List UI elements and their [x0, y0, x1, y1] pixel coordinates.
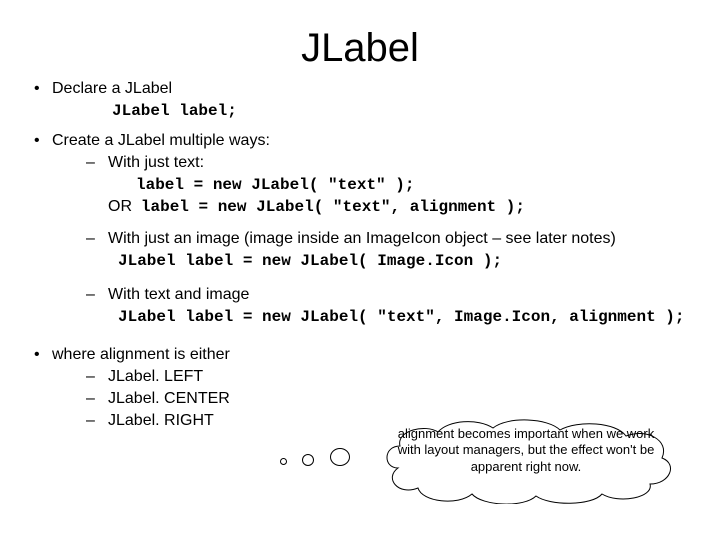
bullet-dot-icon: •	[34, 346, 52, 364]
dash-icon: –	[86, 154, 108, 172]
callout-text: alignment becomes important when we work…	[392, 426, 660, 475]
dash-icon: –	[86, 230, 108, 248]
sub-row: – With just text:	[86, 154, 700, 172]
bullet-declare: • Declare a JLabel	[34, 80, 700, 98]
sub-with-text-image: – With text and image	[86, 286, 700, 304]
cloud-tail-dot-icon	[280, 458, 287, 465]
cloud-tail-dot-icon	[330, 448, 350, 466]
sub-row: – JLabel. CENTER	[86, 390, 700, 408]
code-with-text-2: label = new JLabel( "text", alignment );	[141, 198, 525, 216]
bullet-text: Declare a JLabel	[52, 80, 700, 98]
sub-with-text: – With just text:	[86, 154, 700, 172]
bullet-row: • Declare a JLabel	[34, 80, 700, 98]
dash-icon: –	[86, 286, 108, 304]
sub-text: With text and image	[108, 286, 700, 304]
sub-row: – With just an image (image inside an Im…	[86, 230, 700, 248]
sub-row: – With text and image	[86, 286, 700, 304]
sub-text: With just text:	[108, 154, 700, 172]
bullet-dot-icon: •	[34, 80, 52, 98]
code-with-text-image: JLabel label = new JLabel( "text", Image…	[118, 308, 700, 326]
bullet-text: where alignment is either	[52, 346, 700, 364]
bullet-row: • where alignment is either	[34, 346, 700, 364]
slide: JLabel • Declare a JLabel JLabel label; …	[0, 0, 720, 540]
bullet-dot-icon: •	[34, 132, 52, 150]
bullet-text: Create a JLabel multiple ways:	[52, 132, 700, 150]
callout: alignment becomes important when we work…	[350, 418, 690, 510]
dash-icon: –	[86, 390, 108, 408]
bullet-create: • Create a JLabel multiple ways:	[34, 132, 700, 150]
dash-icon: –	[86, 412, 108, 430]
bullet-where-align: • where alignment is either	[34, 346, 700, 364]
align-left: JLabel. LEFT	[108, 368, 700, 386]
slide-title: JLabel	[0, 26, 720, 71]
or-line: OR label = new JLabel( "text", alignment…	[108, 198, 700, 216]
bullet-row: • Create a JLabel multiple ways:	[34, 132, 700, 150]
code-with-text-1: label = new JLabel( "text" );	[136, 176, 700, 194]
sub-with-image: – With just an image (image inside an Im…	[86, 230, 700, 248]
cloud-tail-dot-icon	[302, 454, 314, 466]
sub-row: – JLabel. LEFT	[86, 368, 700, 386]
code-declare: JLabel label;	[112, 102, 700, 120]
sub-text: With just an image (image inside an Imag…	[108, 230, 700, 248]
code-with-image: JLabel label = new JLabel( Image.Icon );	[118, 252, 700, 270]
slide-body: • Declare a JLabel JLabel label; • Creat…	[28, 80, 700, 430]
dash-icon: –	[86, 368, 108, 386]
or-word: OR	[108, 198, 132, 215]
align-center: JLabel. CENTER	[108, 390, 700, 408]
